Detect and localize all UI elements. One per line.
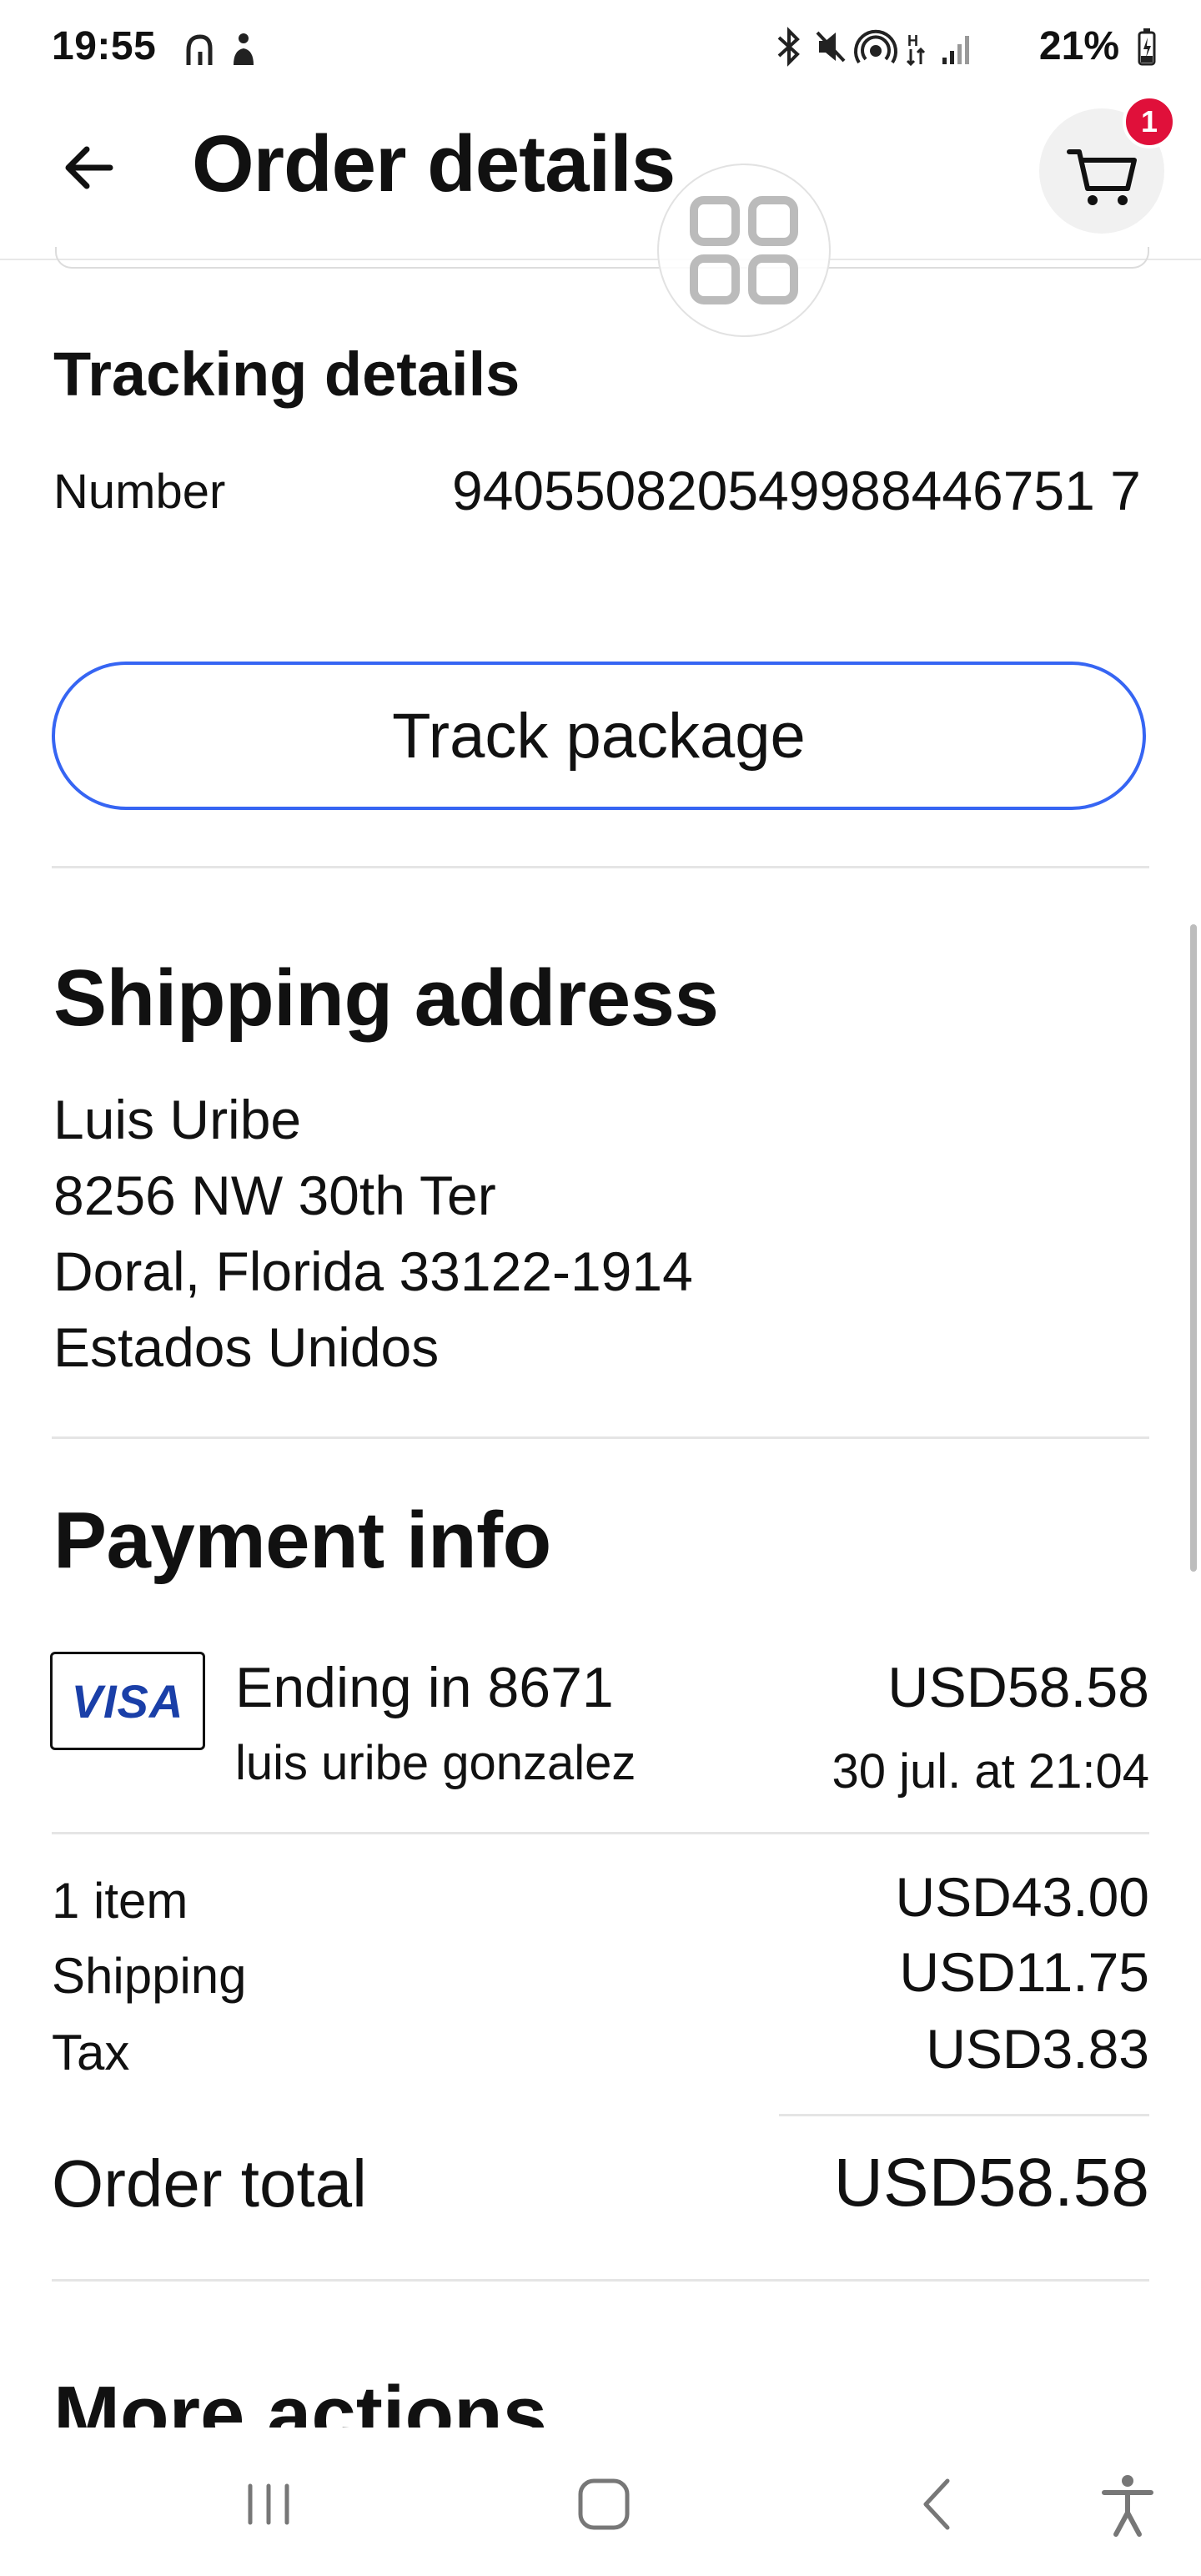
status-left-icons bbox=[185, 32, 269, 73]
signal-bars-icon bbox=[942, 35, 969, 64]
tracking-number-text: 940550820549988446751 7 bbox=[452, 460, 1141, 521]
track-package-button[interactable]: Track package bbox=[52, 662, 1146, 810]
home-button[interactable] bbox=[569, 2469, 639, 2539]
shipping-heading: Shipping address bbox=[53, 953, 719, 1043]
card-ending: Ending in 8671 bbox=[235, 1656, 614, 1719]
status-right-icons: H 21% bbox=[772, 23, 1158, 69]
tax-value: USD3.83 bbox=[926, 2018, 1149, 2080]
page-title: Order details bbox=[192, 119, 676, 209]
items-value: USD43.00 bbox=[895, 1866, 1149, 1928]
previous-card-edge bbox=[55, 247, 1149, 269]
card-holder: luis uribe gonzalez bbox=[235, 1736, 636, 1790]
shipping-label: Shipping bbox=[52, 1948, 247, 2004]
scrollbar[interactable] bbox=[1190, 924, 1197, 1572]
address-country: Estados Unidos bbox=[53, 1316, 440, 1378]
visa-card-logo: VISA bbox=[50, 1652, 205, 1750]
tracking-number-label: Number bbox=[53, 465, 226, 519]
data-transfer-icon: H bbox=[906, 33, 925, 66]
accessibility-icon bbox=[1102, 2475, 1153, 2537]
back-icon bbox=[923, 2478, 950, 2530]
svg-text:H: H bbox=[907, 33, 918, 49]
mute-icon bbox=[816, 31, 846, 62]
address-city: Doral, Florida 33122-1914 bbox=[53, 1240, 693, 1302]
status-bar: 19:55 H 21% bbox=[0, 0, 1201, 100]
card-brand: VISA bbox=[71, 1674, 184, 1728]
payment-amount: USD58.58 bbox=[887, 1656, 1149, 1719]
divider bbox=[52, 1832, 1149, 1834]
battery-charging-icon bbox=[1138, 28, 1156, 65]
status-time: 19:55 bbox=[52, 24, 157, 68]
bluetooth-icon bbox=[777, 26, 800, 67]
divider bbox=[52, 2279, 1149, 2282]
divider bbox=[52, 866, 1149, 868]
accessibility-person-icon bbox=[234, 33, 254, 65]
address-street: 8256 NW 30th Ter bbox=[53, 1165, 496, 1226]
floating-apps-button[interactable] bbox=[657, 164, 831, 337]
arrow-left-icon bbox=[65, 146, 113, 189]
tracking-heading: Tracking details bbox=[53, 340, 520, 409]
shipping-value: USD11.75 bbox=[899, 1941, 1149, 2003]
back-button[interactable] bbox=[58, 138, 118, 198]
tax-label: Tax bbox=[52, 2025, 130, 2080]
cart-count-badge: 1 bbox=[1123, 95, 1176, 148]
order-total-value: USD58.58 bbox=[833, 2145, 1149, 2221]
back-nav-button[interactable] bbox=[904, 2469, 974, 2539]
payment-heading: Payment info bbox=[53, 1496, 551, 1585]
divider bbox=[52, 1436, 1149, 1439]
hotspot-icon bbox=[853, 29, 897, 63]
order-total-label: Order total bbox=[52, 2146, 367, 2221]
battery-percent: 21% bbox=[1038, 24, 1119, 68]
signal-wave-icon bbox=[186, 34, 213, 65]
subtotal-divider bbox=[779, 2114, 1149, 2116]
grid-apps-icon bbox=[690, 196, 798, 304]
items-label: 1 item bbox=[52, 1873, 188, 1929]
recent-apps-button[interactable] bbox=[234, 2469, 304, 2539]
home-icon bbox=[578, 2478, 630, 2530]
address-name: Luis Uribe bbox=[53, 1089, 302, 1150]
recent-apps-icon bbox=[248, 2483, 289, 2525]
payment-date: 30 jul. at 21:04 bbox=[832, 1744, 1149, 1799]
accessibility-button[interactable] bbox=[1093, 2469, 1163, 2539]
tracking-number-value: 940550820549988446751 7 bbox=[452, 450, 1161, 531]
